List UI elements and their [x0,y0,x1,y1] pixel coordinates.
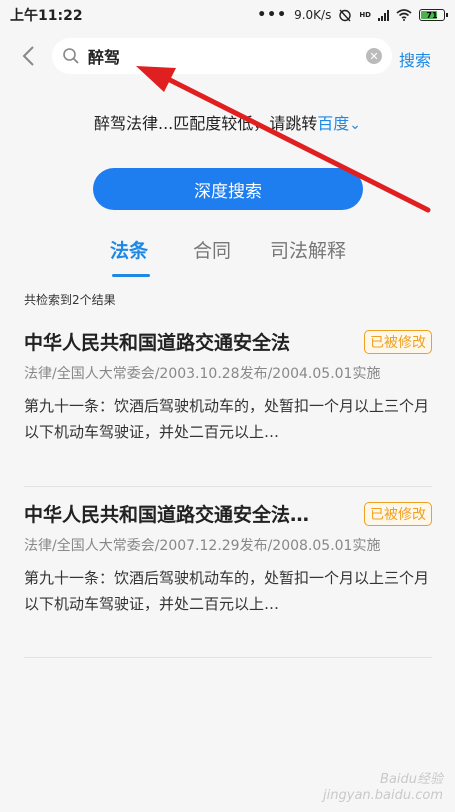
clear-icon[interactable]: ✕ [366,48,382,64]
status-badge: 已被修改 [364,330,432,354]
search-row: ✕ 搜索 [0,38,455,76]
network-speed: 9.0K/s [294,8,332,22]
divider [24,657,432,658]
divider [24,486,432,487]
search-icon [63,48,79,64]
result-title[interactable]: 中华人民共和国道路交通安全法… [24,500,344,527]
battery-icon: 71 [419,9,448,21]
status-icons: ••• 9.0K/s HD 71 [257,7,448,23]
search-input[interactable] [88,46,366,66]
search-box[interactable]: ✕ [52,38,392,74]
result-meta: 法律/全国人大常委会/2007.12.29发布/2008.05.01实施 [24,538,381,554]
category-tabs: 法条 合同 司法解释 [0,236,455,277]
cell-signal-icon [378,9,389,21]
low-match-hint: 醉驾法律...匹配度较低，请跳转百度⌄ [0,110,455,134]
hd-icon: HD [359,10,371,19]
tab-contracts[interactable]: 合同 [193,236,231,263]
watermark-brand: Baidu经验 [380,772,443,787]
result-item[interactable]: 中华人民共和国道路交通安全法 已被修改 法律/全国人大常委会/2003.10.2… [24,328,434,445]
active-tab-indicator [112,274,150,277]
notification-dots: ••• [257,7,288,23]
watermark-url: jingyan.baidu.com [323,788,443,803]
wifi-icon [396,9,412,21]
deep-search-button[interactable]: 深度搜索 [93,168,363,210]
watermark: Baidu经验 jingyan.baidu.com [323,772,443,804]
result-count: 共检索到2个结果 [24,293,116,307]
status-time: 上午11:22 [10,8,83,24]
result-snippet: 第九十一条：饮酒后驾驶机动车的，处暂扣一个月以上三个月以下机动车驾驶证，并处二百… [24,397,430,441]
status-badge: 已被修改 [364,502,432,526]
baidu-link[interactable]: 百度 [317,114,349,133]
chevron-down-icon[interactable]: ⌄ [349,117,361,133]
search-button[interactable]: 搜索 [399,47,431,71]
battery-level: 71 [426,10,438,20]
alarm-off-icon [339,9,352,22]
status-bar: 上午11:22 ••• 9.0K/s HD 71 [0,0,455,30]
result-meta: 法律/全国人大常委会/2003.10.28发布/2004.05.01实施 [24,366,381,382]
tab-judicial-interpretation[interactable]: 司法解释 [270,236,346,263]
back-icon[interactable] [18,44,42,68]
result-snippet: 第九十一条：饮酒后驾驶机动车的，处暂扣一个月以上三个月以下机动车驾驶证，并处二百… [24,569,430,613]
result-item[interactable]: 中华人民共和国道路交通安全法… 已被修改 法律/全国人大常委会/2007.12.… [24,500,434,617]
tab-statutes[interactable]: 法条 [110,236,148,263]
hint-text: 醉驾法律...匹配度较低，请跳转 [93,114,318,133]
